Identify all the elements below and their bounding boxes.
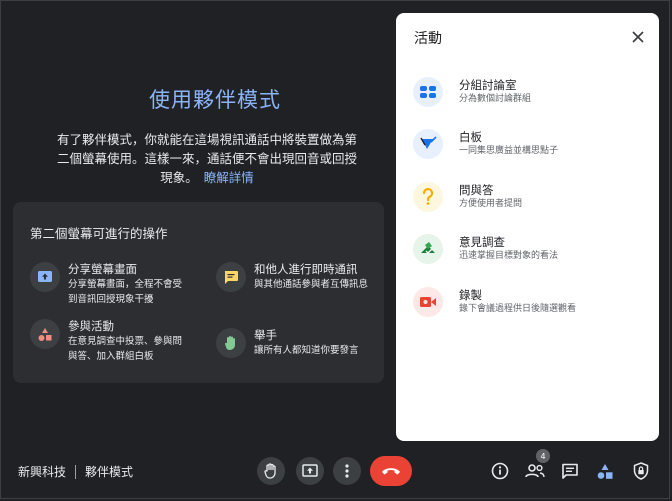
feature-title: 舉手 xyxy=(254,328,277,342)
feature-desc: 在意見調查中投票、參與問 與答、加入群組白板 xyxy=(68,336,183,362)
meeting-details-button[interactable] xyxy=(489,460,511,482)
feature-title: 參與活動 xyxy=(68,319,114,333)
present-screen-icon xyxy=(302,464,318,477)
phone-hangup-icon xyxy=(382,468,400,475)
qa-icon xyxy=(413,182,443,212)
more-options-button[interactable] xyxy=(333,457,361,485)
feature-desc: 與其他通話參與者互傳訊息 xyxy=(254,279,369,290)
present-button[interactable] xyxy=(296,457,324,485)
whiteboard-icon xyxy=(413,129,443,159)
meeting-mode: 夥伴模式 xyxy=(85,465,134,479)
participant-count-badge: 4 xyxy=(536,449,550,463)
activity-title: 白板 xyxy=(459,130,482,144)
activity-desc: 方便使用者提問 xyxy=(459,199,523,209)
activity-whiteboard[interactable]: 白板 一同集思廣益並構思點子 xyxy=(413,124,653,164)
activity-breakout-rooms[interactable]: 分組討論室 分為數個討論群組 xyxy=(413,72,653,112)
divider xyxy=(75,464,77,479)
activity-title: 問與答 xyxy=(459,183,494,197)
companion-description: 有了夥伴模式，你就能在這場視訊通話中將裝置做為第 二個螢幕使用。這樣一來，通話便… xyxy=(52,130,362,187)
chat-button[interactable] xyxy=(559,460,581,482)
feature-desc: 讓所有人都知道你要發言 xyxy=(254,345,359,356)
activity-desc: 一同集思廣益並構思點子 xyxy=(459,146,559,156)
learn-more-link[interactable]: 瞭解詳情 xyxy=(204,170,254,185)
activities-button[interactable] xyxy=(594,460,616,482)
activity-polls[interactable]: 意見調查 迅速掌握目標對象的看法 xyxy=(413,229,653,269)
feature-raise-hand: 舉手 讓所有人都知道你要發言 xyxy=(216,328,359,358)
page-title: 使用夥伴模式 xyxy=(149,88,281,112)
activity-recording[interactable]: 錄製 錄下會議過程供日後隨選觀看 xyxy=(413,282,653,322)
activity-desc: 錄下會議過程供日後隨選觀看 xyxy=(459,304,577,314)
feature-title: 分享螢幕畫面 xyxy=(68,262,137,276)
chat-icon xyxy=(216,262,246,292)
meeting-info: 新興科技 夥伴模式 xyxy=(18,463,133,480)
chat-icon xyxy=(562,463,578,479)
leave-call-button[interactable] xyxy=(370,456,412,486)
close-icon xyxy=(632,31,644,43)
hand-icon xyxy=(264,463,276,479)
description-line: 有了夥伴模式，你就能在這場視訊通話中將裝置做為第 xyxy=(56,132,357,147)
activity-title: 意見調查 xyxy=(459,235,505,249)
info-icon xyxy=(491,462,509,480)
feature-desc: 分享螢幕畫面，全程不會受 到音訊回授現象干擾 xyxy=(68,279,183,305)
close-button[interactable] xyxy=(628,27,648,47)
activity-desc: 迅速掌握目標對象的看法 xyxy=(459,251,559,261)
feature-title: 和他人進行即時通訊 xyxy=(254,262,358,276)
people-button[interactable] xyxy=(524,460,546,482)
raise-hand-button[interactable] xyxy=(257,457,285,485)
feature-present: 分享螢幕畫面 分享螢幕畫面，全程不會受 到音訊回授現象干擾 xyxy=(30,262,182,307)
activities-icon xyxy=(30,319,60,349)
meeting-org: 新興科技 xyxy=(18,465,67,479)
present-screen-icon xyxy=(30,262,60,292)
more-vert-icon xyxy=(345,464,349,478)
activity-title: 分組討論室 xyxy=(459,78,517,92)
hand-icon xyxy=(216,328,246,358)
polls-icon xyxy=(413,234,443,264)
activity-title: 錄製 xyxy=(459,288,482,302)
description-line: 二個螢幕使用。這樣一來，通話便不會出現回音或回授 xyxy=(56,151,357,166)
card-title: 第二個螢幕可進行的操作 xyxy=(30,226,168,241)
feature-chat: 和他人進行即時通訊 與其他通話參與者互傳訊息 xyxy=(216,262,368,292)
record-icon xyxy=(413,287,443,317)
activity-qa[interactable]: 問與答 方便使用者提問 xyxy=(413,177,653,217)
people-icon xyxy=(525,464,545,478)
activity-desc: 分為數個討論群組 xyxy=(459,94,532,104)
feature-activities: 參與活動 在意見調查中投票、參與問 與答、加入群組白板 xyxy=(30,319,182,364)
host-controls-button[interactable] xyxy=(630,460,652,482)
second-screen-card: 第二個螢幕可進行的操作 分享螢幕畫面 分享螢幕畫面，全程不會受 到音訊回授現象干… xyxy=(13,202,384,383)
breakout-rooms-icon xyxy=(413,77,443,107)
panel-title: 活動 xyxy=(414,31,442,47)
activities-panel: 活動 分組討論室 分為數個討論群組 白板 一同集思廣益並構思點子 問與答 方便使… xyxy=(396,13,659,441)
shield-lock-icon xyxy=(633,462,649,480)
activities-icon xyxy=(597,463,613,479)
description-line: 現象。 xyxy=(160,170,198,185)
